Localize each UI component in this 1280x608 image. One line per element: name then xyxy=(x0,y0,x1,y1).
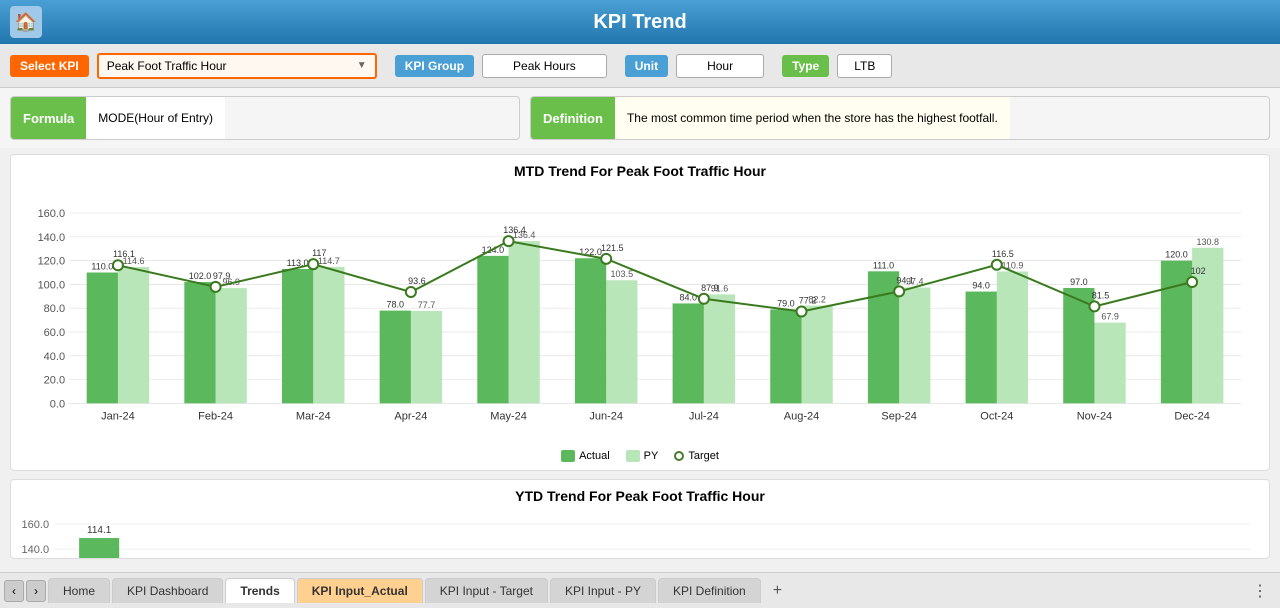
tab-prev-button[interactable]: ‹ xyxy=(4,580,24,602)
formula-value: MODE(Hour of Entry) xyxy=(86,97,225,139)
svg-text:77.7: 77.7 xyxy=(418,300,436,310)
header: 🏠 KPI Trend xyxy=(0,0,1280,44)
svg-text:80.0: 80.0 xyxy=(44,303,65,315)
svg-text:100.0: 100.0 xyxy=(38,279,66,291)
svg-text:87.9: 87.9 xyxy=(701,283,719,293)
ytd-chart-container: YTD Trend For Peak Foot Traffic Hour 160… xyxy=(10,479,1270,559)
svg-text:67.9: 67.9 xyxy=(1101,312,1119,322)
kpi-bar: Select KPI Peak Foot Traffic Hour ▼ KPI … xyxy=(0,44,1280,88)
svg-text:160.0: 160.0 xyxy=(22,519,50,531)
svg-text:116.1: 116.1 xyxy=(113,249,135,259)
unit-value: Hour xyxy=(676,54,764,78)
svg-text:May-24: May-24 xyxy=(490,410,527,422)
svg-text:Oct-24: Oct-24 xyxy=(980,410,1013,422)
svg-text:Jun-24: Jun-24 xyxy=(589,410,623,422)
tab-add-button[interactable]: + xyxy=(763,577,792,605)
svg-text:97.9: 97.9 xyxy=(213,271,231,281)
tab-kpi-input-py[interactable]: KPI Input - PY xyxy=(550,578,656,603)
svg-text:Sep-24: Sep-24 xyxy=(881,410,916,422)
svg-text:0.0: 0.0 xyxy=(50,398,65,410)
legend-target-icon xyxy=(674,451,684,461)
ytd-chart-svg: 160.0 140.0 114.1 xyxy=(19,508,1261,559)
svg-text:Nov-24: Nov-24 xyxy=(1077,410,1112,422)
ytd-chart-title: YTD Trend For Peak Foot Traffic Hour xyxy=(19,488,1261,504)
tab-bar: ‹ › Home KPI Dashboard Trends KPI Input_… xyxy=(0,572,1280,608)
definition-label: Definition xyxy=(531,97,615,139)
svg-text:94.1: 94.1 xyxy=(896,275,914,285)
formula-box: Formula MODE(Hour of Entry) xyxy=(10,96,520,140)
svg-text:Jul-24: Jul-24 xyxy=(689,410,719,422)
chart-legend: Actual PY Target xyxy=(19,450,1261,462)
svg-text:97.0: 97.0 xyxy=(1070,277,1088,287)
svg-text:117: 117 xyxy=(312,248,326,258)
svg-text:78.0: 78.0 xyxy=(387,300,405,310)
legend-py-icon xyxy=(626,450,640,462)
kpi-group-value: Peak Hours xyxy=(482,54,607,78)
tab-kpi-input-actual[interactable]: KPI Input_Actual xyxy=(297,578,423,603)
svg-text:81.5: 81.5 xyxy=(1092,290,1110,300)
svg-text:40.0: 40.0 xyxy=(44,351,65,363)
definition-box: Definition The most common time period w… xyxy=(530,96,1270,140)
svg-text:Aug-24: Aug-24 xyxy=(784,410,819,422)
legend-actual-icon xyxy=(561,450,575,462)
definition-value: The most common time period when the sto… xyxy=(615,97,1010,139)
kpi-dropdown-value: Peak Foot Traffic Hour xyxy=(107,59,227,73)
legend-target: Target xyxy=(674,450,719,462)
kpi-dropdown[interactable]: Peak Foot Traffic Hour ▼ xyxy=(97,53,377,79)
svg-text:93.6: 93.6 xyxy=(408,276,426,286)
mtd-chart-svg: 0.0 20.0 40.0 60.0 80.0 100.0 120.0 140.0 160.0 J… xyxy=(19,183,1261,443)
svg-text:120.0: 120.0 xyxy=(38,256,66,268)
svg-text:103.5: 103.5 xyxy=(611,269,634,279)
legend-actual: Actual xyxy=(561,450,610,462)
svg-text:20.0: 20.0 xyxy=(44,375,65,387)
svg-text:Jan-24: Jan-24 xyxy=(101,410,135,422)
type-value: LTB xyxy=(837,54,892,78)
tab-home[interactable]: Home xyxy=(48,578,110,603)
svg-text:Apr-24: Apr-24 xyxy=(394,410,427,422)
kpi-group-label: KPI Group xyxy=(395,55,474,77)
legend-py: PY xyxy=(626,450,659,462)
svg-text:120.0: 120.0 xyxy=(1165,250,1188,260)
svg-text:130.8: 130.8 xyxy=(1196,237,1219,247)
svg-text:114.1: 114.1 xyxy=(87,525,112,536)
svg-text:121.5: 121.5 xyxy=(601,243,624,253)
svg-text:140.0: 140.0 xyxy=(38,232,66,244)
svg-text:116.5: 116.5 xyxy=(992,249,1014,259)
tab-menu-button[interactable]: ⋮ xyxy=(1244,576,1276,606)
mtd-chart-container: MTD Trend For Peak Foot Traffic Hour 0.0… xyxy=(10,154,1270,471)
unit-label: Unit xyxy=(625,55,668,77)
svg-text:60.0: 60.0 xyxy=(44,327,65,339)
svg-text:136.4: 136.4 xyxy=(503,225,526,235)
svg-text:160.0: 160.0 xyxy=(38,208,66,220)
legend-py-label: PY xyxy=(644,450,659,462)
svg-text:Feb-24: Feb-24 xyxy=(198,410,233,422)
tab-next-button[interactable]: › xyxy=(26,580,46,602)
tab-kpi-dashboard[interactable]: KPI Dashboard xyxy=(112,578,223,603)
dropdown-arrow-icon: ▼ xyxy=(357,60,367,71)
tab-trends[interactable]: Trends xyxy=(225,578,294,603)
formula-def-bar: Formula MODE(Hour of Entry) Definition T… xyxy=(0,88,1280,148)
legend-target-label: Target xyxy=(688,450,719,462)
svg-text:111.0: 111.0 xyxy=(873,260,894,270)
svg-text:102: 102 xyxy=(1191,266,1206,276)
svg-text:110.0: 110.0 xyxy=(91,262,113,272)
svg-text:77.2: 77.2 xyxy=(799,296,817,306)
charts-area: MTD Trend For Peak Foot Traffic Hour 0.0… xyxy=(0,148,1280,565)
svg-text:102.0: 102.0 xyxy=(189,271,212,281)
tab-kpi-definition[interactable]: KPI Definition xyxy=(658,578,761,603)
type-label: Type xyxy=(782,55,829,77)
svg-text:79.0: 79.0 xyxy=(777,298,795,308)
mtd-chart-title: MTD Trend For Peak Foot Traffic Hour xyxy=(19,163,1261,179)
svg-text:94.0: 94.0 xyxy=(972,281,990,291)
svg-text:Dec-24: Dec-24 xyxy=(1174,410,1209,422)
tab-kpi-input-target[interactable]: KPI Input - Target xyxy=(425,578,548,603)
formula-label: Formula xyxy=(11,97,86,139)
home-icon[interactable]: 🏠 xyxy=(10,6,42,38)
select-kpi-label: Select KPI xyxy=(10,55,89,77)
page-title: KPI Trend xyxy=(593,11,686,34)
svg-text:140.0: 140.0 xyxy=(22,544,50,556)
svg-text:Mar-24: Mar-24 xyxy=(296,410,331,422)
legend-actual-label: Actual xyxy=(579,450,610,462)
